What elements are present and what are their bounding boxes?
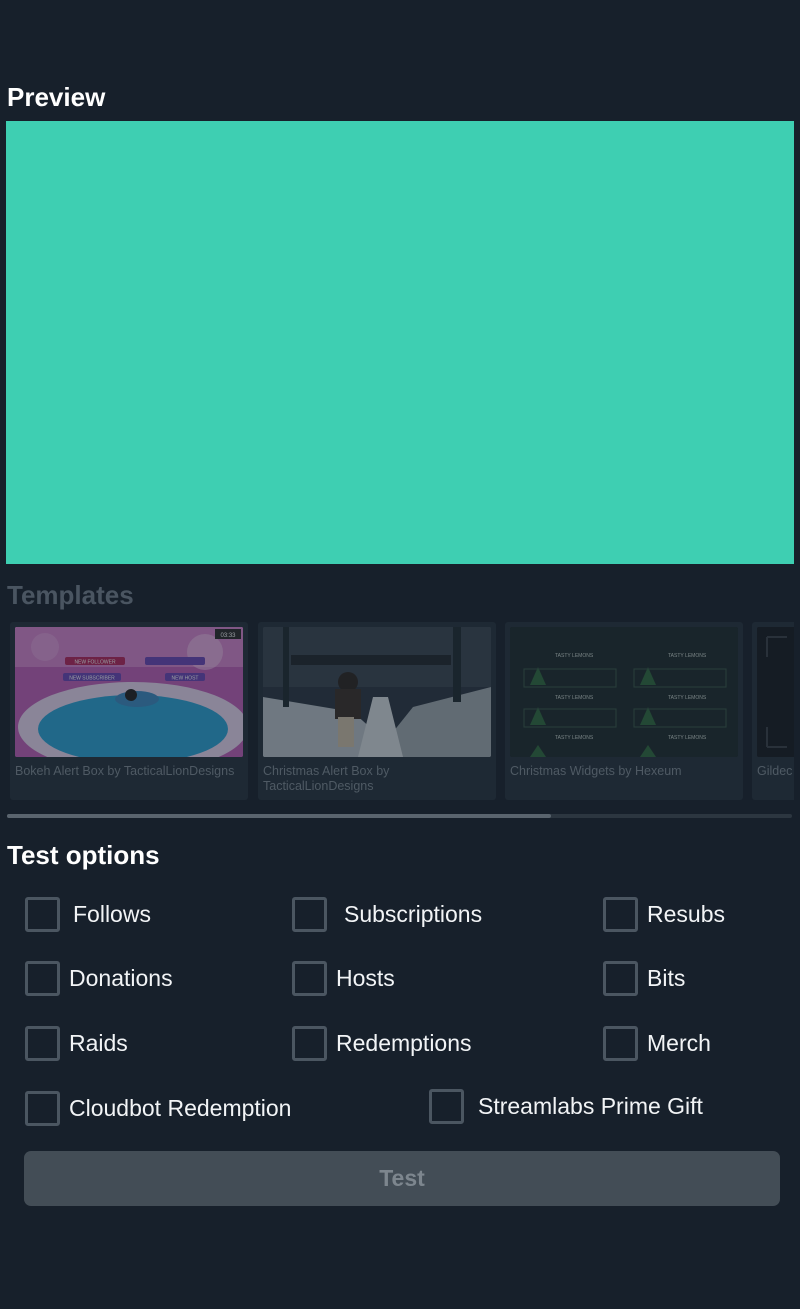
template-card-christmas-alert[interactable]: Christmas Alert Box by TacticalLionDesig… xyxy=(258,622,496,800)
option-label: Follows xyxy=(73,900,151,927)
subscriptions-checkbox[interactable] xyxy=(292,896,327,932)
raids-checkbox[interactable] xyxy=(25,1025,60,1061)
option-merch[interactable]: Merch xyxy=(603,1025,711,1061)
templates-scrollbar-thumb[interactable] xyxy=(7,814,551,818)
option-follows[interactable]: Follows xyxy=(25,896,151,932)
alert-preview xyxy=(6,121,794,564)
option-label: Hosts xyxy=(336,964,395,991)
template-thumbnail xyxy=(757,627,794,757)
template-name: Christmas Alert Box by TacticalLionDesig… xyxy=(263,764,390,793)
option-cloudbot-redemption[interactable]: Cloudbot Redemption xyxy=(25,1090,291,1126)
option-subscriptions[interactable]: Subscriptions xyxy=(292,896,482,932)
option-label: Bits xyxy=(647,964,686,991)
cloudbot-redemption-checkbox[interactable] xyxy=(25,1090,60,1126)
templates-carousel[interactable]: NEW FOLLOWER NEW SUBSCRIBER NEW HOST 03:… xyxy=(0,618,794,804)
template-thumbnail: NEW FOLLOWER NEW SUBSCRIBER NEW HOST 03:… xyxy=(15,627,243,757)
option-label: Cloudbot Redemption xyxy=(69,1094,292,1121)
bits-checkbox[interactable] xyxy=(603,960,638,996)
option-label: Merch xyxy=(647,1029,711,1056)
merch-checkbox[interactable] xyxy=(603,1025,638,1061)
option-raids[interactable]: Raids xyxy=(25,1025,128,1061)
template-card-bokeh[interactable]: NEW FOLLOWER NEW SUBSCRIBER NEW HOST 03:… xyxy=(10,622,248,800)
resubs-checkbox[interactable] xyxy=(603,896,638,932)
option-bits[interactable]: Bits xyxy=(603,960,685,996)
template-name: Bokeh Alert Box by TacticalLionDesigns xyxy=(15,764,235,778)
templates-title: Templates xyxy=(7,580,134,610)
option-hosts[interactable]: Hosts xyxy=(292,960,395,996)
templates-scrollbar[interactable] xyxy=(7,814,792,818)
option-streamlabs-prime-gift[interactable]: Streamlabs Prime Gift xyxy=(429,1088,703,1124)
hosts-checkbox[interactable] xyxy=(292,960,327,996)
option-label: Resubs xyxy=(647,900,725,927)
test-options-title: Test options xyxy=(7,840,160,870)
template-card-gilded[interactable]: Gildec xyxy=(752,622,794,800)
option-label: Redemptions xyxy=(336,1029,472,1056)
template-thumbnail xyxy=(263,627,491,757)
preview-title: Preview xyxy=(7,82,106,112)
option-redemptions[interactable]: Redemptions xyxy=(292,1025,472,1061)
donations-checkbox[interactable] xyxy=(25,960,60,996)
option-label: Streamlabs Prime Gift xyxy=(478,1092,703,1119)
template-thumbnail: TASTY LEMONS TASTY LEMONS TASTY LEMONS T… xyxy=(510,627,738,757)
test-button[interactable]: Test xyxy=(24,1151,780,1206)
option-label: Raids xyxy=(69,1029,128,1056)
option-label: Subscriptions xyxy=(344,900,483,927)
template-name: Gildec xyxy=(757,764,793,778)
follows-checkbox[interactable] xyxy=(25,896,60,932)
option-donations[interactable]: Donations xyxy=(25,960,173,996)
template-name: Christmas Widgets by Hexeum xyxy=(510,764,682,778)
redemptions-checkbox[interactable] xyxy=(292,1025,327,1061)
streamlabs-prime-gift-checkbox[interactable] xyxy=(429,1088,464,1124)
option-resubs[interactable]: Resubs xyxy=(603,896,725,932)
template-card-christmas-widgets[interactable]: TASTY LEMONS TASTY LEMONS TASTY LEMONS T… xyxy=(505,622,743,800)
option-label: Donations xyxy=(69,964,173,991)
